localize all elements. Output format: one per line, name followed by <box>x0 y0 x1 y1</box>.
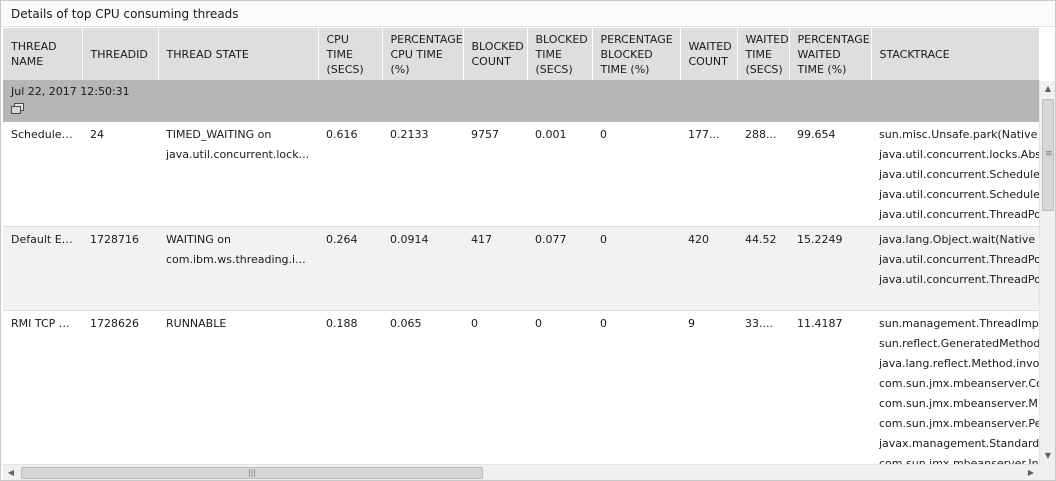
cell-percentage-cpu-time: 0.065 <box>382 310 463 464</box>
cell-blocked-time: 0.001 <box>527 122 592 227</box>
stacktrace-line: com.sun.jmx.mbeanserver.In <box>879 456 1039 465</box>
column-header-threadid[interactable]: THREADID <box>82 28 159 80</box>
multiple-windows-icon[interactable] <box>11 103 25 115</box>
stacktrace-line: java.util.concurrent.Schedule <box>879 168 1039 181</box>
group-timestamp: Jul 22, 2017 12:50:31 <box>11 85 130 98</box>
thread-state-line: java.util.concurrent.lock... <box>166 148 310 161</box>
scroll-down-arrow-icon[interactable]: ▼ <box>1040 448 1056 464</box>
cell-threadid: 24 <box>82 122 158 227</box>
scroll-up-arrow-icon[interactable]: ▲ <box>1040 81 1056 97</box>
stacktrace-line: javax.management.StandardI <box>879 436 1039 450</box>
stacktrace-line: java.lang.reflect.Method.invo <box>879 356 1039 370</box>
horizontal-grip-icon: ||| <box>248 468 257 477</box>
table-header-row: THREAD NAME THREADID THREAD STATE CPU TI… <box>3 28 1039 80</box>
thread-state-line: RUNNABLE <box>166 316 227 330</box>
column-header-cpu-time[interactable]: CPU TIME (SECS) <box>318 28 383 80</box>
scrollbar-corner <box>1039 464 1055 480</box>
column-header-blocked-count[interactable]: BLOCKED COUNT <box>463 28 528 80</box>
table-row[interactable]: RMI TCP Connecti... 127.0.0.1 1728626 RU… <box>3 310 1039 464</box>
table-row[interactable]: Default Executor- thread- 143698 1728716… <box>3 226 1039 311</box>
stacktrace-line: sun.reflect.GeneratedMethod <box>879 336 1039 350</box>
cell-thread-state: TIMED_WAITING on java.util.concurrent.lo… <box>158 122 318 227</box>
cell-cpu-time: 0.616 <box>318 122 382 227</box>
stacktrace-line: java.util.concurrent.ThreadPo <box>879 208 1039 221</box>
stacktrace-line: java.lang.Object.wait(Native M <box>879 232 1039 246</box>
cell-waited-time: 33.... <box>737 310 789 464</box>
vertical-grip-icon: ≡ <box>1045 149 1053 159</box>
thread-state-line: TIMED_WAITING on <box>166 128 272 141</box>
stacktrace-line: sun.misc.Unsafe.park(Native <box>879 128 1038 141</box>
cell-percentage-cpu-time: 0.2133 <box>382 122 463 227</box>
cell-percentage-waited-time: 99.654 <box>789 122 871 227</box>
cell-percentage-waited-time: 15.2249 <box>789 226 871 311</box>
horizontal-scroll-thumb[interactable]: ||| <box>21 467 483 479</box>
cell-waited-count: 420 <box>680 226 737 311</box>
stacktrace-line: sun.management.ThreadImp <box>879 316 1039 330</box>
stacktrace-line: java.util.concurrent.ThreadPo <box>879 252 1039 266</box>
column-header-percentage-waited-time[interactable]: PERCENTAGE WAITED TIME (%) <box>789 28 872 80</box>
cell-percentage-waited-time: 11.4187 <box>789 310 871 464</box>
cell-thread-name: Scheduled Executor- thread-1 <box>3 122 82 227</box>
cell-stacktrace: sun.management.ThreadImp sun.reflect.Gen… <box>871 310 1039 464</box>
panel-title: Details of top CPU consuming threads <box>1 1 1055 27</box>
column-header-blocked-time[interactable]: BLOCKED TIME (SECS) <box>527 28 593 80</box>
cell-thread-name: Default Executor- thread- 143698 <box>3 226 82 311</box>
cell-waited-time: 288... <box>737 122 789 227</box>
cell-threadid: 1728626 <box>82 310 158 464</box>
column-header-thread-name[interactable]: THREAD NAME <box>3 28 83 80</box>
group-row[interactable]: Jul 22, 2017 12:50:31 <box>3 80 1039 122</box>
cell-percentage-blocked-time: 0 <box>592 226 680 311</box>
stacktrace-line: java.util.concurrent.ThreadPo <box>879 272 1039 286</box>
cell-thread-state: RUNNABLE <box>158 310 318 464</box>
cell-cpu-time: 0.188 <box>318 310 382 464</box>
threads-table: THREAD NAME THREADID THREAD STATE CPU TI… <box>3 28 1039 464</box>
cell-percentage-cpu-time: 0.0914 <box>382 226 463 311</box>
cell-stacktrace: java.lang.Object.wait(Native M java.util… <box>871 226 1039 311</box>
cell-blocked-time: 0.077 <box>527 226 592 311</box>
column-header-waited-time[interactable]: WAITED TIME (SECS) <box>737 28 790 80</box>
cell-threadid: 1728716 <box>82 226 158 311</box>
scroll-right-arrow-icon[interactable]: ▶ <box>1023 465 1039 481</box>
threads-table-viewport: THREAD NAME THREADID THREAD STATE CPU TI… <box>3 28 1039 464</box>
cell-thread-state: WAITING on com.ibm.ws.threading.i... <box>158 226 318 311</box>
cell-blocked-count: 9757 <box>463 122 527 227</box>
cell-blocked-count: 417 <box>463 226 527 311</box>
vertical-scroll-thumb[interactable]: ≡ <box>1042 99 1054 211</box>
cell-thread-name: RMI TCP Connecti... 127.0.0.1 <box>3 310 82 464</box>
stacktrace-line: com.sun.jmx.mbeanserver.Pe <box>879 416 1039 430</box>
scroll-left-arrow-icon[interactable]: ◀ <box>3 465 19 481</box>
column-header-percentage-cpu-time[interactable]: PERCENTAGE CPU TIME (%) <box>382 28 464 80</box>
horizontal-scrollbar[interactable]: ◀ ||| ▶ <box>3 464 1039 480</box>
thread-state-line: com.ibm.ws.threading.i... <box>166 252 306 266</box>
stacktrace-line: java.util.concurrent.locks.Abs <box>879 148 1039 161</box>
vertical-scrollbar[interactable]: ▲ ≡ ▼ <box>1039 81 1055 464</box>
cell-cpu-time: 0.264 <box>318 226 382 311</box>
stacktrace-line: com.sun.jmx.mbeanserver.M <box>879 396 1038 410</box>
group-cell: Jul 22, 2017 12:50:31 <box>3 80 1039 122</box>
column-header-waited-count[interactable]: WAITED COUNT <box>680 28 738 80</box>
cell-blocked-count: 0 <box>463 310 527 464</box>
thread-state-line: WAITING on <box>166 232 231 246</box>
cell-waited-count: 177... <box>680 122 737 227</box>
table-row[interactable]: Scheduled Executor- thread-1 24 TIMED_WA… <box>3 122 1039 227</box>
cell-waited-time: 44.52 <box>737 226 789 311</box>
stacktrace-line: java.util.concurrent.Schedule <box>879 188 1039 201</box>
cell-percentage-blocked-time: 0 <box>592 122 680 227</box>
cell-waited-count: 9 <box>680 310 737 464</box>
cell-stacktrace: sun.misc.Unsafe.park(Native java.util.co… <box>871 122 1039 227</box>
column-header-stacktrace[interactable]: STACKTRACE <box>871 28 1039 80</box>
column-header-percentage-blocked-time[interactable]: PERCENTAGE BLOCKED TIME (%) <box>592 28 681 80</box>
cell-percentage-blocked-time: 0 <box>592 310 680 464</box>
column-header-thread-state[interactable]: THREAD STATE <box>158 28 319 80</box>
stacktrace-line: com.sun.jmx.mbeanserver.Co <box>879 376 1039 390</box>
cell-blocked-time: 0 <box>527 310 592 464</box>
threads-panel: Details of top CPU consuming threads THR… <box>0 0 1056 481</box>
